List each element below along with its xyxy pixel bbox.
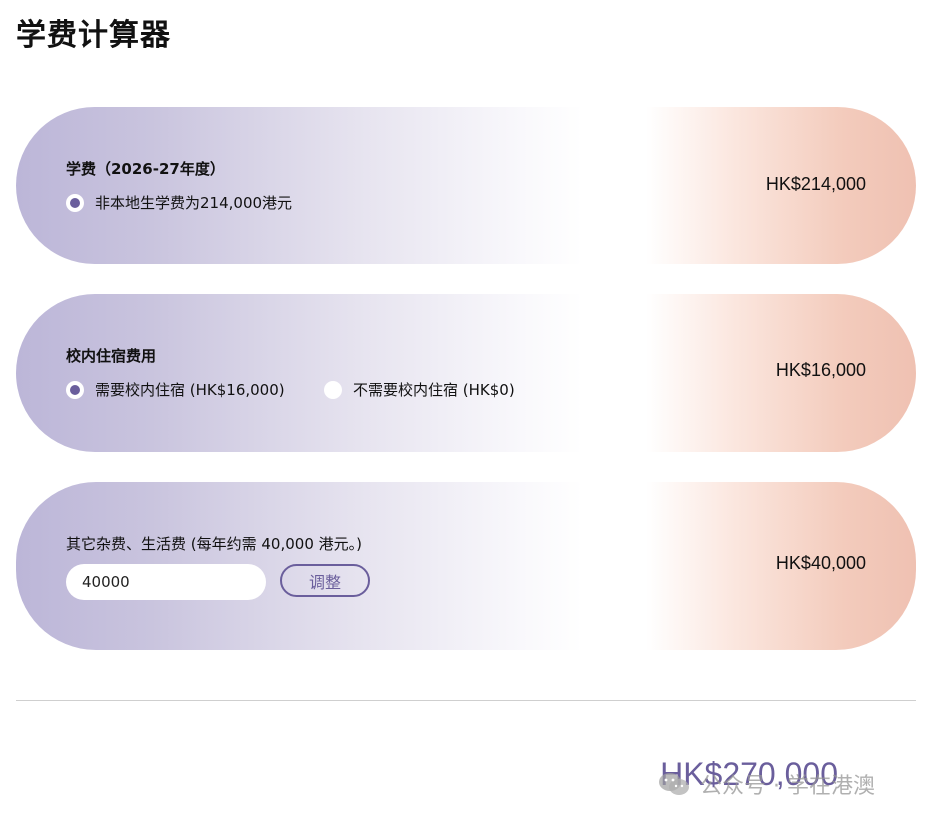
- divider: [16, 700, 916, 701]
- watermark-text: 公众号 · 学在港澳: [700, 774, 875, 799]
- tuition-option-label: 非本地生学费为214,000港元: [95, 194, 293, 212]
- housing-card: 校内住宿费用 需要校内住宿 (HK$16,000) 不需要校内住宿 (HK$0)…: [16, 294, 916, 452]
- tuition-amount: HK$214,000: [765, 174, 866, 194]
- watermark: 公众号 · 学在港澳: [658, 768, 875, 800]
- housing-option-no-label: 不需要校内住宿 (HK$0): [353, 381, 515, 399]
- housing-amount: HK$16,000: [775, 360, 866, 380]
- housing-option-yes-label: 需要校内住宿 (HK$16,000): [95, 381, 285, 399]
- misc-amount: HK$40,000: [775, 553, 866, 573]
- adjust-button[interactable]: 调整: [280, 564, 370, 597]
- housing-option-no[interactable]: 不需要校内住宿 (HK$0): [324, 379, 515, 400]
- misc-card: 其它杂费、生活费 (每年约需 40,000 港元。) 调整 HK$40,000: [16, 482, 916, 650]
- housing-label: 校内住宿费用: [66, 347, 157, 365]
- housing-option-yes[interactable]: 需要校内住宿 (HK$16,000): [66, 379, 285, 400]
- page-title: 学费计算器: [16, 18, 171, 53]
- living-cost-input[interactable]: [66, 564, 266, 600]
- radio-checked-icon[interactable]: [66, 193, 84, 212]
- wechat-icon: [659, 773, 689, 795]
- radio-checked-icon[interactable]: [66, 380, 84, 399]
- radio-unchecked-icon[interactable]: [324, 380, 342, 399]
- tuition-label: 学费（2026-27年度）: [66, 160, 225, 178]
- tuition-card: 学费（2026-27年度） 非本地生学费为214,000港元 HK$214,00…: [16, 107, 916, 264]
- misc-label: 其它杂费、生活费 (每年约需 40,000 港元。): [66, 535, 362, 553]
- tuition-option[interactable]: 非本地生学费为214,000港元: [66, 192, 292, 213]
